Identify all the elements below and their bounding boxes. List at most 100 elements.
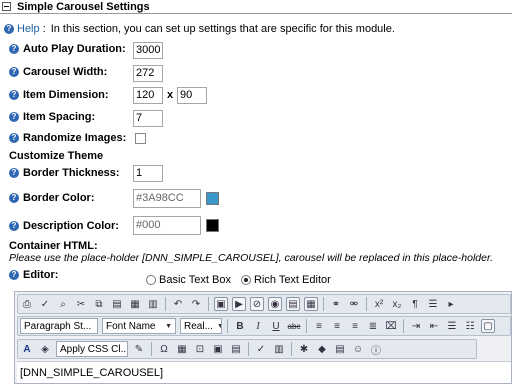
- cut-icon[interactable]: ✂: [74, 297, 88, 311]
- insert-table-icon[interactable]: ▦: [175, 342, 189, 356]
- undo-icon[interactable]: ↶: [171, 297, 185, 311]
- basic-text-label: Basic Text Box: [159, 274, 231, 286]
- border-color-input[interactable]: #3A98CC: [133, 189, 201, 208]
- underline-icon[interactable]: U: [269, 319, 283, 333]
- image-icon[interactable]: ▣: [214, 297, 228, 311]
- item-width-input[interactable]: 120: [133, 87, 163, 104]
- help-text: In this section, you can set up settings…: [50, 23, 395, 35]
- more-icon[interactable]: ▸: [444, 297, 458, 311]
- help-icon[interactable]: ?: [9, 133, 19, 143]
- rich-text-label: Rich Text Editor: [253, 274, 331, 286]
- font-size-value: Real...: [184, 320, 213, 332]
- strikethrough-icon[interactable]: abc: [287, 319, 301, 333]
- unlink-icon[interactable]: ⚮: [347, 297, 361, 311]
- copy-icon[interactable]: ⧉: [92, 297, 106, 311]
- numbered-list-icon[interactable]: ☷: [463, 319, 477, 333]
- carousel-width-row: ? Carousel Width:: [9, 66, 107, 78]
- collapse-toggle-icon[interactable]: [2, 2, 11, 11]
- link-icon[interactable]: ⚭: [329, 297, 343, 311]
- help-icon[interactable]: ?: [9, 67, 19, 77]
- smiley-icon[interactable]: ☺: [351, 342, 365, 356]
- template-icon[interactable]: ◉: [268, 297, 282, 311]
- border-thickness-input[interactable]: 1: [133, 165, 163, 182]
- basic-text-option[interactable]: Basic Text Box: [146, 274, 231, 286]
- superscript-icon[interactable]: x²: [372, 297, 386, 311]
- toggle-source-icon[interactable]: ▢: [481, 319, 495, 333]
- rich-text-option[interactable]: Rich Text Editor: [240, 274, 331, 286]
- paragraph-icon[interactable]: ¶: [408, 297, 422, 311]
- basic-text-radio[interactable]: [146, 275, 156, 285]
- help-icon[interactable]: ?: [9, 221, 19, 231]
- list-icon[interactable]: ☰: [426, 297, 440, 311]
- help-icon[interactable]: ?: [9, 193, 19, 203]
- align-center-icon[interactable]: ≡: [330, 319, 344, 333]
- randomize-checkbox[interactable]: [135, 133, 146, 144]
- spellcheck-icon[interactable]: ✓: [38, 297, 52, 311]
- indent-icon[interactable]: ⇥: [409, 319, 423, 333]
- insert-box-icon[interactable]: ▤: [229, 342, 243, 356]
- rich-text-radio[interactable]: [240, 275, 251, 285]
- carousel-width-input[interactable]: 272: [133, 65, 163, 82]
- bullet-list-icon[interactable]: ☰: [445, 319, 459, 333]
- paragraph-style-value: Paragraph St...: [24, 320, 92, 332]
- align-right-icon[interactable]: ≡: [348, 319, 362, 333]
- special-character-icon[interactable]: Ω: [157, 342, 171, 356]
- chevron-down-icon: ▼: [95, 323, 97, 330]
- dimension-separator: x: [167, 89, 174, 101]
- bold-icon[interactable]: B: [233, 319, 247, 333]
- help-icon[interactable]: ?: [4, 24, 14, 34]
- document-icon[interactable]: ▤: [286, 297, 300, 311]
- paste-word-icon[interactable]: ▥: [146, 297, 160, 311]
- snippet-icon[interactable]: ▥: [272, 342, 286, 356]
- paste-icon[interactable]: ▤: [110, 297, 124, 311]
- customize-theme-heading: Customize Theme: [9, 150, 104, 162]
- redo-icon[interactable]: ↷: [189, 297, 203, 311]
- insert-form-icon[interactable]: ⊡: [193, 342, 207, 356]
- about-icon[interactable]: ⓘ: [369, 342, 383, 357]
- justify-icon[interactable]: ≣: [366, 319, 380, 333]
- outdent-icon[interactable]: ⇤: [427, 319, 441, 333]
- auto-play-input[interactable]: 3000: [133, 42, 163, 59]
- page-properties-icon[interactable]: ▤: [333, 342, 347, 356]
- help-icon[interactable]: ?: [9, 168, 19, 178]
- border-color-swatch[interactable]: [206, 192, 219, 205]
- align-left-icon[interactable]: ≡: [312, 319, 326, 333]
- flash-icon[interactable]: ⊘: [250, 297, 264, 311]
- description-color-input[interactable]: #000: [133, 216, 201, 235]
- help-icon[interactable]: ?: [9, 44, 19, 54]
- item-spacing-input[interactable]: 7: [133, 110, 163, 127]
- format-stripper-icon[interactable]: ✎: [132, 342, 146, 356]
- description-color-row: ? Description Color:: [9, 220, 119, 232]
- table-icon[interactable]: ▦: [304, 297, 318, 311]
- subscript-icon[interactable]: x₂: [390, 297, 404, 311]
- paragraph-style-dropdown[interactable]: Paragraph St... ▼: [20, 318, 98, 334]
- help-link[interactable]: Help: [17, 23, 40, 35]
- auto-play-label: Auto Play Duration:: [23, 43, 126, 55]
- spell-check-icon[interactable]: ✓: [254, 342, 268, 356]
- rich-text-editor: ⎙ ✓ ⌕ ✂ ⧉ ▤ ▦ ▥ ↶ ↷ ▣ ▶ ⊘ ◉ ▤ ▦ ⚭ ⚮ x² x…: [14, 291, 512, 384]
- font-color-icon[interactable]: A: [20, 342, 34, 356]
- css-class-value: Apply CSS Cl...: [60, 343, 128, 355]
- help-separator: :: [42, 23, 46, 35]
- highlight-color-icon[interactable]: ◈: [38, 342, 52, 356]
- toolbar-separator: [366, 297, 367, 311]
- help-icon[interactable]: ?: [9, 112, 19, 122]
- font-name-dropdown[interactable]: Font Name ▼: [102, 318, 176, 334]
- css-class-dropdown[interactable]: Apply CSS Cl... ▼: [56, 341, 128, 357]
- randomize-row: ? Randomize Images:: [9, 132, 126, 144]
- bookmark-icon[interactable]: ◆: [315, 342, 329, 356]
- item-height-input[interactable]: 90: [177, 87, 207, 104]
- help-icon[interactable]: ?: [9, 270, 19, 280]
- description-color-swatch[interactable]: [206, 219, 219, 232]
- help-icon[interactable]: ?: [9, 90, 19, 100]
- tools-icon[interactable]: ✱: [297, 342, 311, 356]
- media-icon[interactable]: ▶: [232, 297, 246, 311]
- editor-content-area[interactable]: [DNN_SIMPLE_CAROUSEL]: [17, 361, 511, 383]
- image-map-icon[interactable]: ▣: [211, 342, 225, 356]
- italic-icon[interactable]: I: [251, 319, 265, 333]
- find-icon[interactable]: ⌕: [56, 297, 70, 311]
- font-size-dropdown[interactable]: Real... ▼: [180, 318, 222, 334]
- paste-text-icon[interactable]: ▦: [128, 297, 142, 311]
- clear-format-icon[interactable]: ⌧: [384, 319, 398, 333]
- print-icon[interactable]: ⎙: [20, 297, 34, 311]
